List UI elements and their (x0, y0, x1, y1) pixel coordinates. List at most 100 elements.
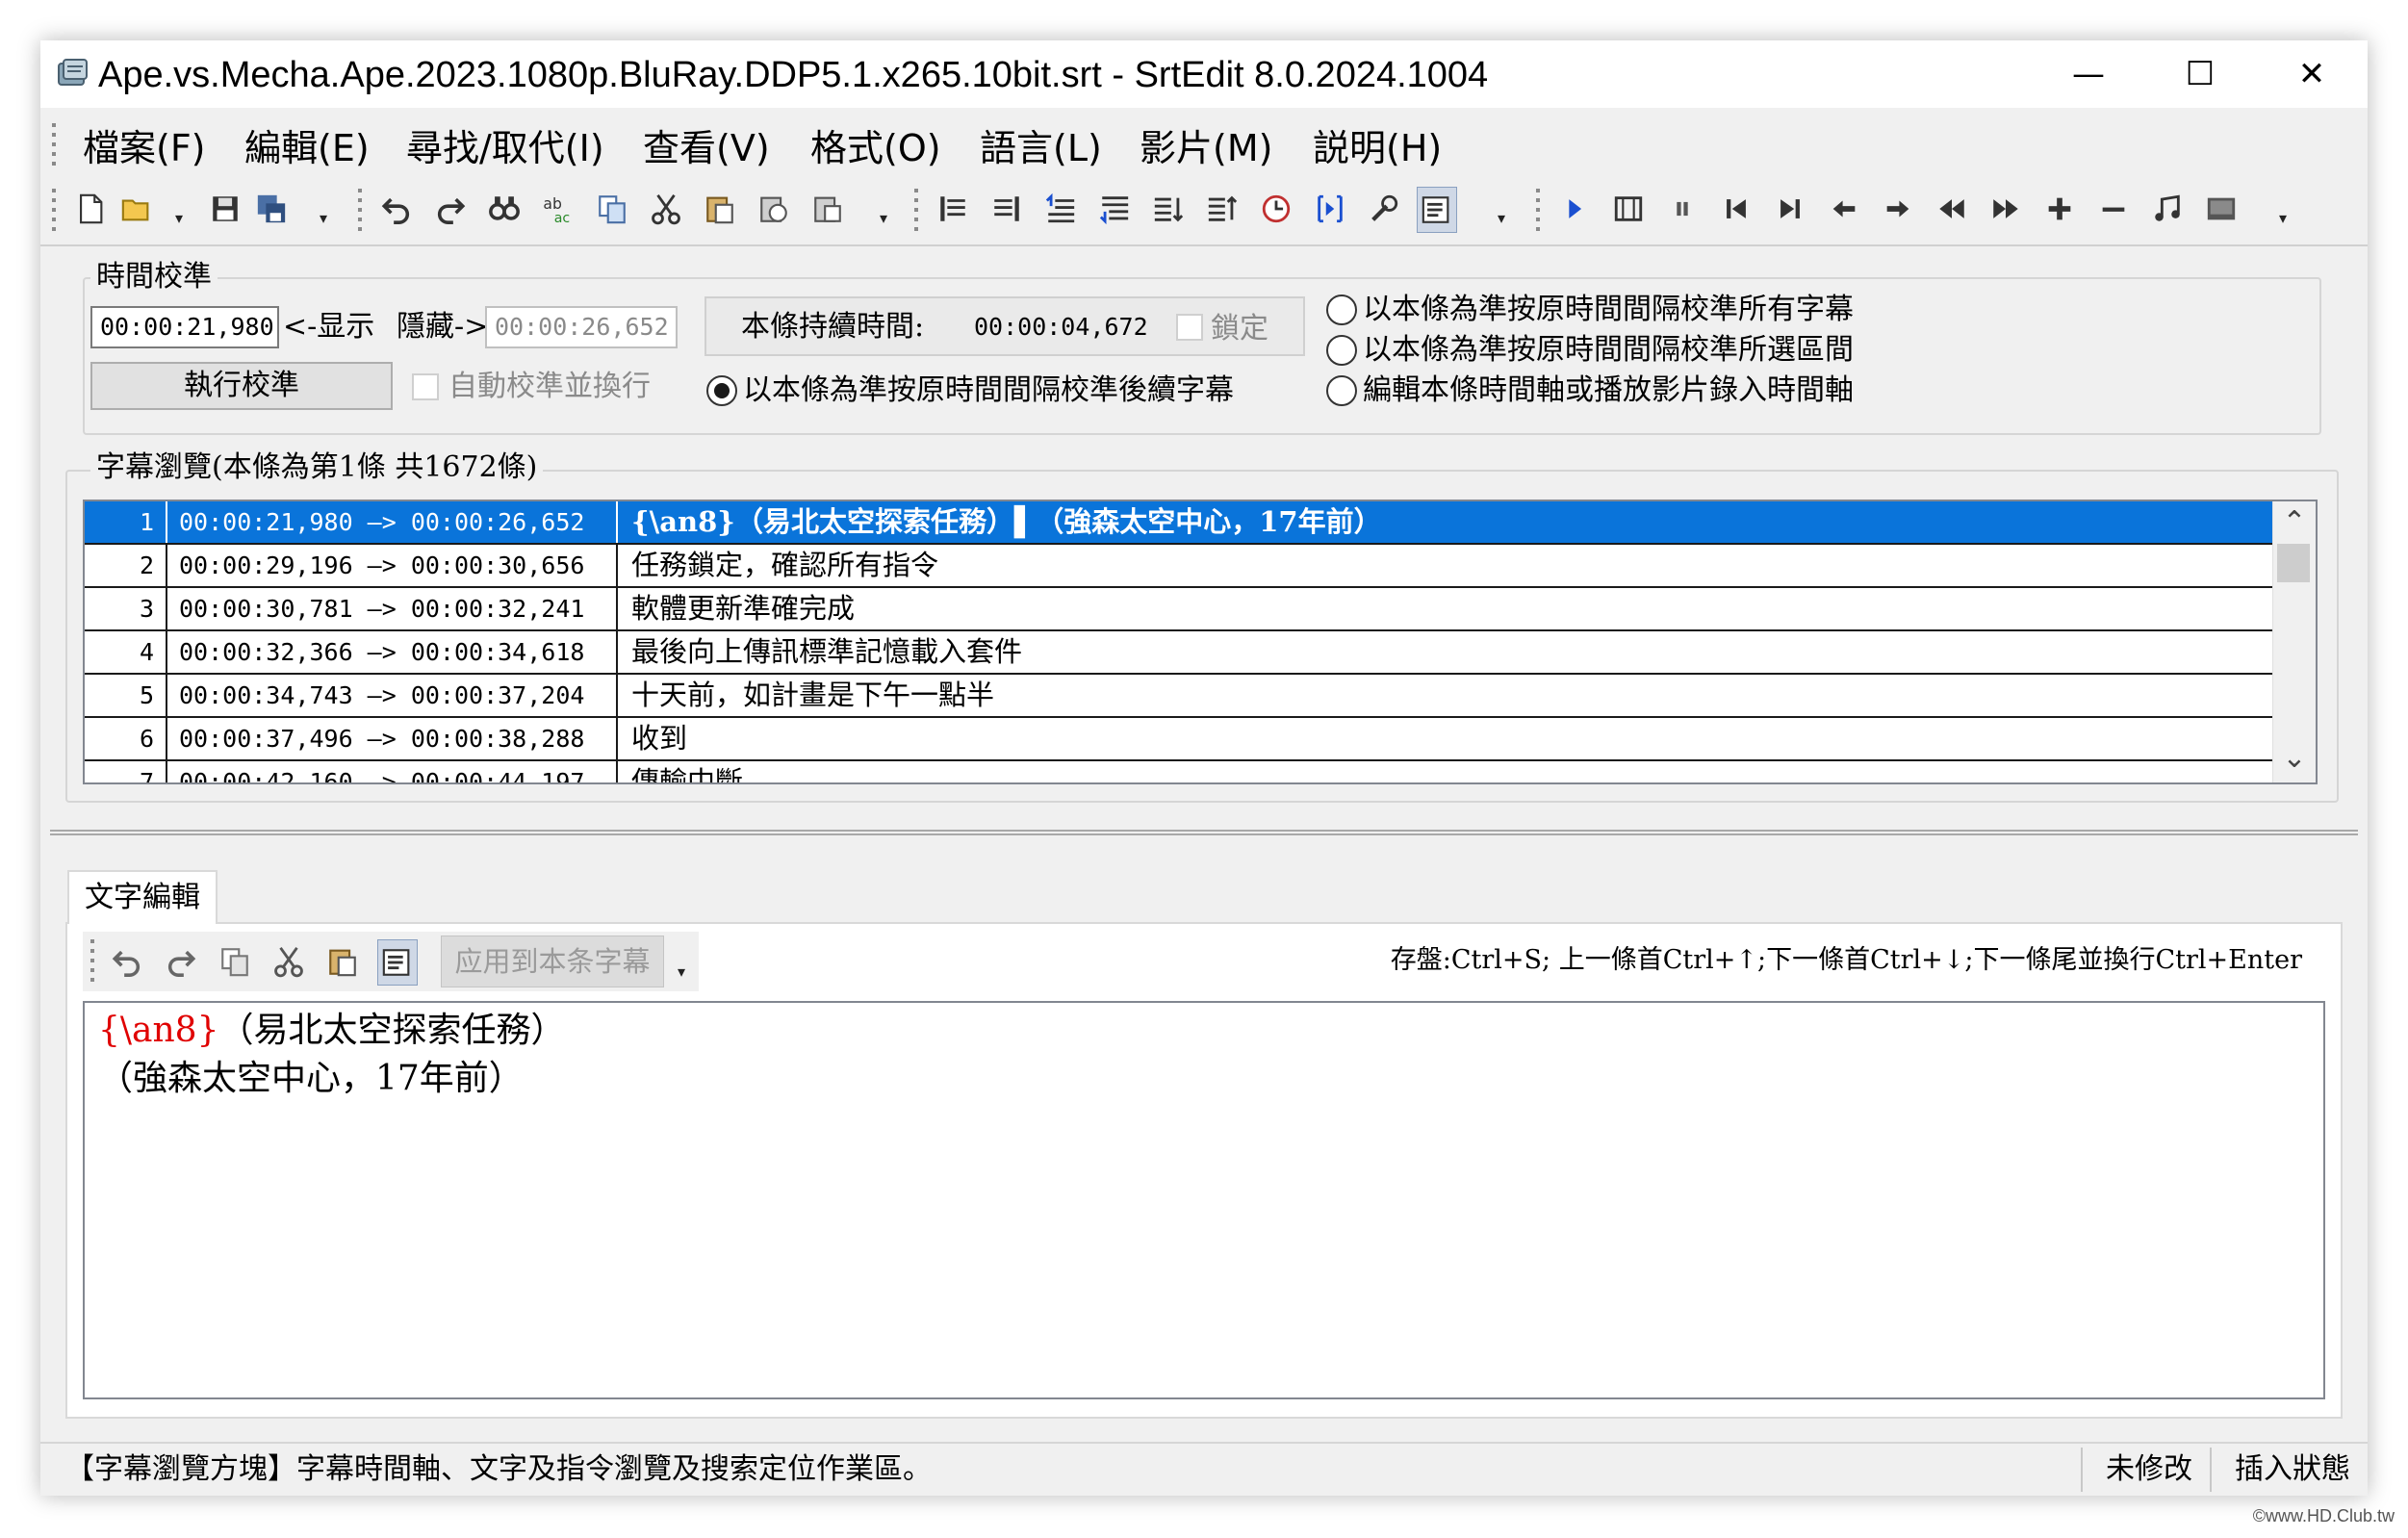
row-number: 5 (85, 675, 167, 716)
save-as-icon[interactable] (252, 187, 291, 231)
grid-vertical-scrollbar[interactable]: ⌃ ⌄ (2272, 501, 2316, 782)
undo-icon[interactable] (377, 187, 416, 231)
editor-copy-icon[interactable] (216, 939, 254, 984)
table-row[interactable]: 6 00:00:37,496 —> 00:00:38,288 收到 (85, 718, 2273, 761)
paste-icon[interactable] (701, 187, 739, 231)
close-button[interactable]: ✕ (2256, 40, 2368, 108)
show-time-input[interactable]: 00:00:21,980 (90, 306, 279, 348)
execute-calibration-button[interactable]: 執行校準 (90, 362, 393, 410)
time-shift-icon[interactable] (1257, 187, 1295, 231)
table-row[interactable]: 7 00:00:42,160 —> 00:00:44,197 傳輸中斷 (85, 761, 2273, 782)
editor-panel-icon[interactable] (377, 939, 418, 986)
toolbar-grip-1[interactable] (52, 189, 56, 233)
save-icon[interactable] (206, 187, 244, 231)
step-back-icon[interactable] (1825, 187, 1863, 231)
align-right-icon[interactable] (987, 187, 1026, 231)
panel-splitter[interactable] (50, 830, 2358, 835)
browse-group-title: 字幕瀏覽(本條為第1條 共1672條) (90, 450, 544, 485)
row-time: 00:00:42,160 —> 00:00:44,197 (169, 761, 618, 782)
toolbar-grip-4[interactable] (1536, 189, 1540, 233)
video-icon[interactable] (2202, 187, 2241, 231)
editor-line-1-text: （易北太空探索任務） (218, 1011, 566, 1050)
radio-calibrate-selected-label: 以本條為準按原時間間隔校準所選區間 (1363, 333, 1854, 367)
menu-language[interactable]: 語言(L) (980, 121, 1102, 175)
menu-format[interactable]: 格式(O) (810, 121, 941, 175)
editor-toolbar-grip[interactable] (90, 939, 94, 984)
menu-view[interactable]: 查看(V) (643, 121, 770, 175)
lock-checkbox[interactable] (1176, 314, 1203, 341)
pause-icon[interactable] (1663, 187, 1702, 231)
insert-above-icon[interactable] (1041, 187, 1080, 231)
music-icon[interactable] (2148, 187, 2187, 231)
svg-text:ac: ac (554, 211, 570, 225)
status-bar: 【字幕瀏覽方塊】字幕時間軸、文字及指令瀏覽及搜索定位作業區。 未修改 插入狀態 (40, 1442, 2368, 1496)
lock-label: 鎖定 (1211, 312, 1268, 346)
table-row[interactable]: 5 00:00:34,743 —> 00:00:37,204 十天前，如計畫是下… (85, 675, 2273, 718)
row-number: 2 (85, 545, 167, 586)
row-time: 00:00:21,980 —> 00:00:26,652 (169, 501, 618, 543)
paste-special-icon[interactable] (755, 187, 793, 231)
maximize-button[interactable]: ☐ (2144, 40, 2256, 108)
minus-icon[interactable] (2094, 187, 2133, 231)
edit-panel-icon[interactable] (1417, 187, 1457, 233)
menu-grip[interactable] (52, 123, 56, 171)
hide-time-input[interactable]: 00:00:26,652 (485, 306, 678, 348)
table-row[interactable]: 4 00:00:32,366 —> 00:00:34,618 最後向上傳訊標準記… (85, 631, 2273, 675)
editor-line-1: {\an8}（易北太空探索任務） (98, 1007, 2310, 1055)
toolbar-grip-2[interactable] (358, 189, 362, 233)
menu-help[interactable]: 説明(H) (1313, 121, 1442, 175)
menu-file[interactable]: 檔案(F) (83, 121, 206, 175)
copy-icon[interactable] (593, 187, 631, 231)
radio-calibrate-selected[interactable] (1326, 335, 1357, 366)
play-icon[interactable] (1555, 187, 1594, 231)
radio-calibrate-all[interactable] (1326, 295, 1357, 325)
radio-calibrate-following[interactable] (706, 375, 737, 406)
apply-to-subtitle-button[interactable]: 应用到本条字幕 (441, 936, 664, 987)
auto-calibrate-checkbox[interactable] (412, 373, 439, 400)
cut-icon[interactable] (647, 187, 685, 231)
sync-icon[interactable] (1311, 187, 1349, 231)
minimize-button[interactable]: — (2033, 40, 2144, 108)
menu-find-replace[interactable]: 尋找/取代(I) (406, 121, 604, 175)
editor-line-2: （強森太空中心，17年前） (98, 1059, 524, 1098)
frame-icon[interactable] (1609, 187, 1648, 231)
new-file-icon[interactable] (71, 187, 110, 231)
scroll-down-icon[interactable]: ⌄ (2273, 744, 2316, 782)
editor-paste-icon[interactable] (323, 939, 362, 984)
step-forward-icon[interactable] (1879, 187, 1917, 231)
menu-video[interactable]: 影片(M) (1140, 121, 1272, 175)
table-row[interactable]: 2 00:00:29,196 —> 00:00:30,656 任務鎖定，確認所有… (85, 545, 2273, 588)
plus-icon[interactable] (2040, 187, 2079, 231)
radio-edit-timeline[interactable] (1326, 375, 1357, 406)
align-left-icon[interactable] (934, 187, 972, 231)
table-row[interactable]: 3 00:00:30,781 —> 00:00:32,241 軟體更新準確完成 (85, 588, 2273, 631)
subtitle-text-editor[interactable]: {\an8}（易北太空探索任務） （強森太空中心，17年前） (83, 1001, 2325, 1399)
menu-edit[interactable]: 編輯(E) (244, 121, 370, 175)
tools-icon[interactable] (1365, 187, 1403, 231)
scroll-thumb[interactable] (2277, 544, 2310, 582)
paste-options-icon[interactable] (808, 187, 847, 231)
prev-start-icon[interactable] (1717, 187, 1755, 231)
next-end-icon[interactable] (1771, 187, 1809, 231)
find-icon[interactable] (485, 187, 524, 231)
row-text: 軟體更新準確完成 (631, 592, 856, 625)
toolbar-grip-3[interactable] (914, 189, 918, 233)
spellcheck-icon[interactable]: ab ac (539, 187, 577, 231)
table-row[interactable]: 1 00:00:21,980 —> 00:00:26,652 {\an8}（易北… (85, 501, 2273, 545)
editor-redo-icon[interactable] (162, 939, 200, 984)
insert-below-icon[interactable] (1095, 187, 1134, 231)
shortcut-hint: 存盤:Ctrl+S; 上一條首Ctrl+↑;下一條首Ctrl+↓;下一條尾並換行… (1390, 945, 2302, 975)
subtitle-grid: 1 00:00:21,980 —> 00:00:26,652 {\an8}（易北… (83, 500, 2318, 784)
merge-icon[interactable] (1149, 187, 1188, 231)
tab-text-edit[interactable]: 文字編輯 (67, 870, 218, 924)
row-number: 3 (85, 588, 167, 629)
scroll-up-icon[interactable]: ⌃ (2273, 501, 2316, 540)
split-icon[interactable] (1203, 187, 1242, 231)
rewind-icon[interactable] (1933, 187, 1971, 231)
editor-cut-icon[interactable] (269, 939, 308, 984)
editor-undo-icon[interactable] (108, 939, 146, 984)
row-time: 00:00:30,781 —> 00:00:32,241 (169, 588, 618, 629)
open-folder-icon[interactable] (117, 187, 156, 231)
redo-icon[interactable] (431, 187, 470, 231)
fast-forward-icon[interactable] (1986, 187, 2025, 231)
